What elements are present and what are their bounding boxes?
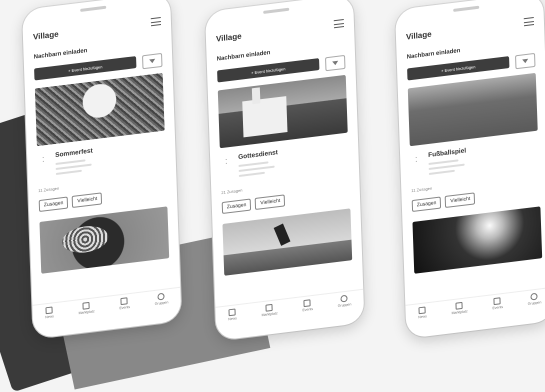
- nav-groups-label: Gruppen: [527, 300, 542, 306]
- event-image[interactable]: [407, 72, 538, 147]
- accept-count: 11 Zusagen: [411, 185, 433, 194]
- nav-news-label: News: [228, 316, 237, 322]
- filter-dropdown-button[interactable]: [325, 54, 346, 72]
- app-title: Village: [405, 29, 432, 42]
- calendar-icon: [493, 297, 502, 306]
- event-meta-line: [428, 163, 465, 170]
- event-title[interactable]: Gottesdienst: [238, 149, 278, 161]
- nav-marketplace[interactable]: Marktplatz: [78, 301, 95, 325]
- groups-icon: [157, 292, 165, 301]
- app-header: Village: [32, 13, 162, 45]
- calendar-icon: [303, 299, 312, 308]
- chevron-down-icon: [522, 58, 529, 64]
- news-icon: [228, 308, 236, 317]
- phone-notch: [80, 5, 107, 12]
- app-header: Village: [405, 13, 535, 45]
- app-title: Village: [32, 29, 59, 42]
- nav-groups-label: Gruppen: [154, 300, 169, 306]
- marketplace-icon: [82, 301, 91, 310]
- nav-events-label: Events: [492, 304, 504, 311]
- hamburger-menu-icon[interactable]: [150, 17, 162, 27]
- filter-dropdown-button[interactable]: [515, 52, 536, 70]
- nav-marketplace[interactable]: Marktplatz: [261, 303, 278, 327]
- hamburger-menu-icon[interactable]: [523, 17, 535, 27]
- event-meta-line: [238, 165, 275, 172]
- event-meta-line: [55, 163, 92, 170]
- next-event-image[interactable]: [39, 206, 170, 274]
- nav-events[interactable]: Events: [119, 297, 130, 320]
- phone-mockup-2: Village Nachbarn einladen + Event hinzuf…: [205, 0, 365, 341]
- bottom-navigation: News Marktplatz Events Gruppen: [405, 286, 545, 331]
- groups-icon: [530, 292, 538, 301]
- groups-icon: [340, 294, 348, 303]
- phone-mockup-3: Village Nachbarn einladen + Event hinzuf…: [395, 0, 545, 339]
- event-image[interactable]: [217, 74, 348, 149]
- next-event-image[interactable]: [222, 208, 353, 276]
- event-title[interactable]: Fußballspiel: [428, 147, 466, 159]
- event-info: ▪ ▪ Fußballspiel: [410, 139, 539, 185]
- marketplace-icon: [265, 303, 274, 312]
- event-actions: Zusagen Vielleicht: [411, 192, 476, 213]
- app-title: Village: [215, 31, 242, 44]
- nav-events[interactable]: Events: [492, 297, 503, 320]
- news-icon: [418, 306, 426, 315]
- invite-neighbors-link[interactable]: Nachbarn einladen: [34, 48, 88, 61]
- event-meta-line: [238, 171, 265, 177]
- accept-button[interactable]: Zusagen: [411, 196, 442, 213]
- filter-dropdown-button[interactable]: [142, 52, 163, 70]
- event-image[interactable]: [34, 72, 165, 147]
- event-meta-line: [55, 169, 82, 175]
- accept-button[interactable]: Zusagen: [38, 196, 69, 213]
- invite-neighbors-link[interactable]: Nachbarn einladen: [217, 50, 271, 63]
- nav-events[interactable]: Events: [302, 299, 313, 322]
- nav-events-label: Events: [119, 304, 131, 311]
- nav-news[interactable]: News: [228, 308, 238, 331]
- nav-marketplace-label: Marktplatz: [78, 309, 95, 316]
- event-date-placeholder: ▪ ▪: [42, 155, 45, 164]
- event-date-placeholder: ▪ ▪: [415, 155, 418, 164]
- invite-neighbors-link[interactable]: Nachbarn einladen: [407, 48, 461, 61]
- calendar-icon: [120, 297, 129, 306]
- marketplace-icon: [455, 301, 464, 310]
- accept-count: 21 Zusagen: [221, 187, 243, 196]
- event-actions: Zusagen Vielleicht: [221, 194, 286, 215]
- nav-groups[interactable]: Gruppen: [154, 292, 168, 316]
- maybe-button[interactable]: Vielleicht: [445, 192, 476, 208]
- nav-marketplace-label: Marktplatz: [261, 311, 278, 318]
- nav-events-label: Events: [302, 306, 314, 313]
- event-date-placeholder: ▪ ▪: [225, 157, 228, 166]
- event-info: ▪ ▪ Gottesdienst: [220, 141, 349, 187]
- maybe-button[interactable]: Vielleicht: [72, 192, 103, 208]
- nav-groups[interactable]: Gruppen: [527, 292, 541, 316]
- event-meta-line: [428, 169, 455, 175]
- phone-mockup-1: Village Nachbarn einladen + Event hinzuf…: [22, 0, 182, 339]
- phone-notch: [263, 7, 290, 14]
- chevron-down-icon: [149, 58, 156, 64]
- news-icon: [45, 306, 53, 315]
- hamburger-menu-icon[interactable]: [333, 19, 345, 29]
- maybe-button[interactable]: Vielleicht: [255, 194, 286, 210]
- bottom-navigation: News Marktplatz Events Gruppen: [215, 288, 365, 333]
- nav-marketplace-label: Marktplatz: [451, 309, 468, 316]
- nav-groups[interactable]: Gruppen: [337, 294, 351, 318]
- phone-notch: [453, 5, 480, 12]
- event-title[interactable]: Sommerfest: [55, 147, 93, 159]
- event-actions: Zusagen Vielleicht: [38, 192, 103, 213]
- app-header: Village: [215, 15, 345, 47]
- event-info: ▪ ▪ Sommerfest: [37, 139, 166, 185]
- accept-button[interactable]: Zusagen: [221, 198, 252, 215]
- nav-marketplace[interactable]: Marktplatz: [451, 301, 468, 325]
- nav-news-label: News: [418, 314, 427, 320]
- next-event-image[interactable]: [412, 206, 543, 274]
- nav-groups-label: Gruppen: [337, 302, 352, 308]
- nav-news-label: News: [45, 314, 54, 320]
- chevron-down-icon: [332, 60, 339, 66]
- accept-count: 11 Zusagen: [38, 185, 60, 194]
